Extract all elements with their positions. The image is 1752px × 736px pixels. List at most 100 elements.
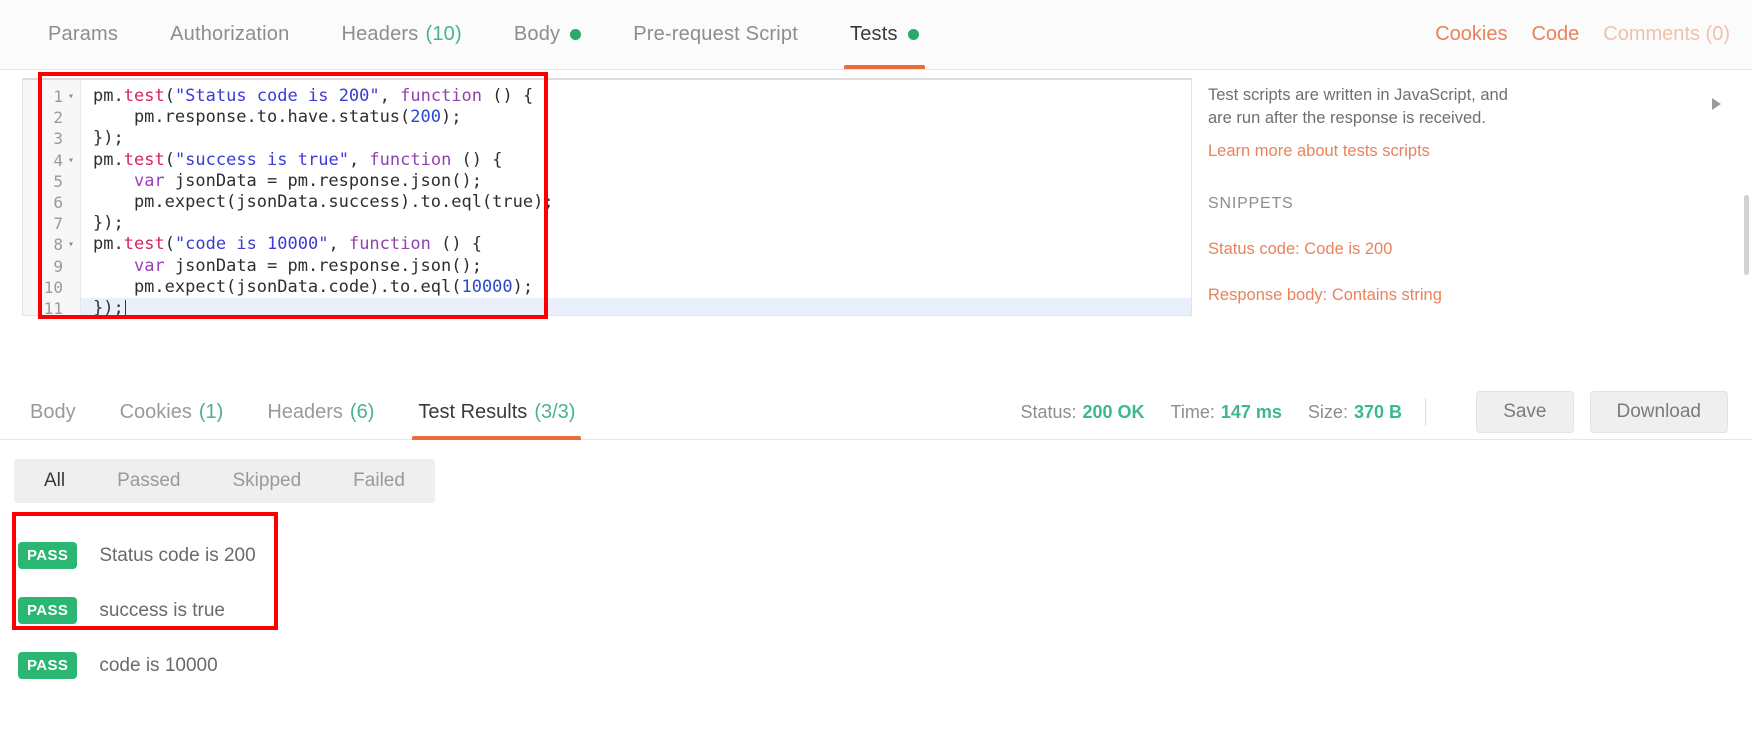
request-tab-bar: Params Authorization Headers (10) Body Pre-re… <box>0 0 1752 70</box>
code-text: pm.test("Status code is 200", function (… <box>93 86 534 106</box>
code-line[interactable]: 8 ▾ pm.test("code is 10000", function () { <box>53 234 1191 255</box>
filter-failed[interactable]: Failed <box>327 459 431 503</box>
test-result-filters: All Passed Skipped Failed <box>14 459 435 503</box>
request-tab-tests[interactable]: Tests <box>824 0 945 69</box>
tab-label: Authorization <box>170 23 290 45</box>
test-result-row[interactable]: PASS success is true <box>18 583 318 638</box>
test-results-list: PASS Status code is 200 PASS success is tru… <box>18 528 318 693</box>
code-line[interactable]: 1 ▾ pm.test("Status code is 200", function… <box>53 86 1191 107</box>
snippet-response-body-contains-string[interactable]: Response body: Contains string <box>1208 286 1728 305</box>
status-badge: PASS <box>18 597 78 624</box>
editor-code-area[interactable]: 1 ▾ pm.test("Status code is 200", function… <box>44 80 1191 316</box>
line-number: 10 <box>43 277 63 297</box>
meta-value: 147 ms <box>1220 401 1282 422</box>
test-result-row[interactable]: PASS code is 10000 <box>18 638 318 693</box>
test-result-row[interactable]: PASS Status code is 200 <box>18 528 318 583</box>
learn-more-link[interactable]: Learn more about tests scripts <box>1208 142 1728 161</box>
tab-label: Body <box>30 400 76 423</box>
code-line[interactable]: 2 pm.response.to.have.status(200); <box>53 107 1191 128</box>
code-line[interactable]: 6 pm.expect(jsonData.success).to.eql(tru… <box>53 191 1191 213</box>
docs-description: Test scripts are written in JavaScript, … <box>1208 86 1508 127</box>
code-line[interactable]: 9 var jsonData = pm.response.json(); <box>53 255 1191 277</box>
code-text: }); <box>93 213 124 234</box>
response-tab-test-results[interactable]: Test Results (3/3) <box>396 384 597 440</box>
request-tabs: Params Authorization Headers (10) Body Pre-re… <box>0 0 945 69</box>
code-text: }); <box>93 297 126 316</box>
code-text: pm.expect(jsonData.code).to.eql(10000); <box>93 276 534 297</box>
meta-time: Time: 147 ms <box>1171 402 1282 423</box>
code-line[interactable]: 7}); <box>53 213 1191 234</box>
response-tab-cookies[interactable]: Cookies (1) <box>98 384 246 440</box>
tab-label: Test Results <box>418 400 528 423</box>
code-line[interactable]: 11}); <box>44 297 1191 316</box>
tab-label: Body <box>513 23 561 45</box>
line-number: 5 <box>53 171 63 191</box>
response-tab-body[interactable]: Body <box>8 384 98 440</box>
code-line[interactable]: 10 pm.expect(jsonData.code).to.eql(10000… <box>44 276 1191 298</box>
meta-label: Time: <box>1170 401 1215 422</box>
request-tab-body[interactable]: Body <box>488 0 607 69</box>
fold-arrow-icon[interactable]: ▾ <box>68 151 74 171</box>
meta-label: Size: <box>1307 401 1348 422</box>
snippets-list: Status code: Code is 200 Response body: C… <box>1208 240 1728 305</box>
request-tab-authorization[interactable]: Authorization <box>144 0 315 69</box>
line-number: 1 <box>53 87 63 106</box>
meta-status: Status: 200 OK <box>1020 402 1144 423</box>
tab-label: Tests <box>850 23 898 45</box>
snippets-heading: SNIPPETS <box>1208 195 1294 212</box>
text-cursor <box>124 299 126 315</box>
has-content-dot-icon <box>570 29 582 40</box>
request-actions: Cookies Code Comments (0) <box>1435 0 1730 69</box>
fold-arrow-icon[interactable]: ▾ <box>68 235 74 255</box>
snippet-status-code-code-is-200[interactable]: Status code: Code is 200 <box>1208 240 1728 259</box>
meta-size: Size: 370 B <box>1308 402 1402 423</box>
line-number: 11 <box>43 298 63 316</box>
code-text: pm.test("success is true", function () { <box>93 149 503 170</box>
tab-label: Headers <box>267 400 343 423</box>
tab-label: Headers <box>341 23 419 45</box>
tab-count: (3/3) <box>534 400 576 423</box>
tab-count: (1) <box>198 400 224 423</box>
docs-scrollbar[interactable] <box>1744 195 1749 275</box>
tests-docs-panel: Test scripts are written in JavaScript, … <box>1208 84 1728 305</box>
line-number: 4 <box>53 150 63 170</box>
code-line[interactable]: 3}); <box>53 128 1191 149</box>
code-line[interactable]: 5 var jsonData = pm.response.json(); <box>53 170 1191 192</box>
request-tab-pre-request-script[interactable]: Pre-request Script <box>607 0 824 69</box>
code-line[interactable]: 4 ▾ pm.test("success is true", function ()… <box>53 149 1191 171</box>
meta-divider <box>1425 398 1426 426</box>
line-number: 2 <box>53 108 63 128</box>
action-cookies[interactable]: Cookies <box>1435 23 1507 46</box>
tests-script-editor[interactable]: 1 ▾ pm.test("Status code is 200", function… <box>22 78 1192 316</box>
request-tab-headers[interactable]: Headers (10) <box>315 0 487 69</box>
test-name: Status code is 200 <box>99 544 256 566</box>
tab-count: (6) <box>349 400 375 423</box>
response-buttons: Save Download <box>1476 384 1728 440</box>
response-tab-headers[interactable]: Headers (6) <box>245 384 396 440</box>
chevron-right-icon[interactable] <box>1712 98 1721 110</box>
code-text: pm.test("code is 10000", function () { <box>93 234 483 255</box>
action-code[interactable]: Code <box>1531 23 1579 46</box>
code-text: }); <box>93 128 124 149</box>
filter-skipped[interactable]: Skipped <box>207 459 328 503</box>
response-bar: Body Cookies (1) Headers (6) Test Results (3/3… <box>0 384 1752 440</box>
status-badge: PASS <box>18 542 78 569</box>
download-button[interactable]: Download <box>1589 391 1728 433</box>
save-button[interactable]: Save <box>1476 391 1574 433</box>
code-text: var jsonData = pm.response.json(); <box>133 255 482 276</box>
request-tab-params[interactable]: Params <box>22 0 144 69</box>
tab-count: (10) <box>425 23 462 45</box>
action-comments-0[interactable]: Comments (0) <box>1603 23 1730 46</box>
meta-label: Status: <box>1020 401 1077 422</box>
code-text: var jsonData = pm.response.json(); <box>133 170 482 191</box>
fold-arrow-icon[interactable]: ▾ <box>68 87 74 107</box>
tab-label: Cookies <box>119 400 192 423</box>
filter-passed[interactable]: Passed <box>91 459 206 503</box>
line-number: 7 <box>53 214 63 234</box>
code-text: pm.response.to.have.status(200); <box>93 107 462 128</box>
status-badge: PASS <box>18 652 78 679</box>
code-text: pm.expect(jsonData.success).to.eql(true)… <box>93 191 554 212</box>
line-number: 6 <box>53 192 63 212</box>
test-name: success is true <box>99 599 225 621</box>
filter-all[interactable]: All <box>18 459 91 503</box>
